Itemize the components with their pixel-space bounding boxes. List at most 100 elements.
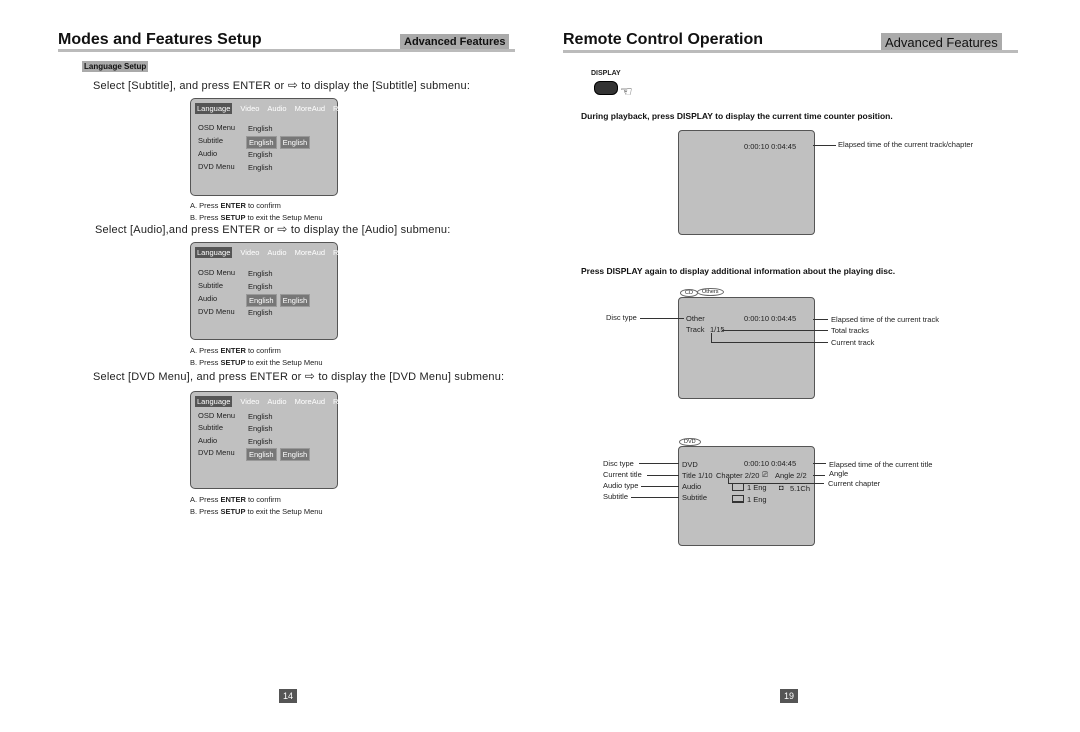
- audio-submenu-osd: Language Video Audio MoreAud Rating OSD Menu…: [190, 242, 355, 340]
- osd-submenu-option: English: [279, 448, 311, 461]
- osd-tab-language: Language: [195, 396, 233, 407]
- osd-submenu-option: English: [279, 294, 311, 307]
- time-counter-screen: 0:00:10 0:04:45: [678, 130, 815, 235]
- callout-line: [813, 319, 828, 320]
- osd-row-value-selected: English: [246, 136, 277, 149]
- osd-tab-language: Language: [195, 247, 233, 258]
- left-title-rule: [58, 49, 515, 52]
- instruction-paragraph: Press DISPLAY again to display additiona…: [581, 266, 896, 276]
- osd-row-label: Subtitle: [198, 136, 224, 145]
- subtitle-submenu-osd: Language Video Audio MoreAud Rating OSD Menu…: [190, 98, 355, 196]
- callout-disc-type: Disc type: [603, 459, 634, 468]
- note-exit: B. Press SETUP to exit the Setup Menu: [190, 507, 323, 516]
- disc-tab-cd: CD: [680, 289, 698, 297]
- callout-audio-type: Audio type: [603, 481, 639, 490]
- disc-type-value: DVD: [682, 460, 698, 469]
- audio-label: Audio: [682, 482, 702, 491]
- osd-tab-language: Language: [195, 103, 233, 114]
- step-instruction: Select [DVD Menu], and press ENTER or ⇨ …: [93, 369, 504, 383]
- callout-current-chapter: Current chapter: [828, 479, 881, 488]
- instruction-text: Select [Subtitle], and press ENTER or: [93, 80, 285, 92]
- callout-current-title: Current title: [603, 470, 642, 479]
- note-exit: B. Press SETUP to exit the Setup Menu: [190, 358, 323, 367]
- speech-bubble-icon: [732, 483, 744, 491]
- step-instruction: Select [Subtitle], and press ENTER or ⇨ …: [93, 78, 470, 92]
- disc-type-value: Other: [686, 314, 705, 323]
- time-counter: 0:00:10 0:04:45: [744, 459, 797, 468]
- osd-tab-video: Video: [240, 248, 260, 257]
- dvd-info-screen: DVD 0:00:10 0:04:45 Title 1/10 Chapter 2…: [678, 446, 815, 546]
- manual-spread: Modes and Features Setup Advanced Featur…: [0, 0, 1080, 732]
- osd-row-value: English: [248, 150, 273, 159]
- instruction-text: Select [DVD Menu], and press ENTER or: [93, 371, 302, 383]
- right-page-title: Remote Control Operation: [563, 31, 764, 48]
- callout-line: [641, 486, 679, 487]
- osd-submenu-option: English: [279, 136, 311, 149]
- callout-current-track: Current track: [831, 338, 875, 347]
- callout-line: [722, 330, 828, 331]
- osd-row-label: OSD Menu: [198, 123, 236, 132]
- osd-row-label: DVD Menu: [198, 307, 235, 316]
- note-confirm: A. Press ENTER to confirm: [190, 495, 281, 504]
- osd-row-label: DVD Menu: [198, 162, 235, 171]
- angle-value: Angle 2/2: [775, 471, 807, 480]
- osd-row-value: English: [248, 424, 273, 433]
- callout-line: [711, 342, 828, 343]
- callout-angle: Angle: [829, 469, 849, 478]
- note-exit: B. Press SETUP to exit the Setup Menu: [190, 213, 323, 222]
- osd-tab-audio: Audio: [267, 248, 287, 257]
- pointing-hand-icon: ☜: [620, 83, 633, 99]
- display-button-icon: [594, 81, 618, 95]
- subtitle-label: Subtitle: [682, 493, 708, 502]
- note-confirm: A. Press ENTER to confirm: [190, 201, 281, 210]
- osd-row-label: Audio: [198, 294, 218, 303]
- cd-info-screen: Other 0:00:10 0:04:45 Track 1/15: [678, 297, 815, 399]
- track-label: Track: [686, 325, 705, 334]
- osd-row-value: English: [248, 269, 273, 278]
- arrow-right-icon: ⇨: [304, 369, 316, 383]
- instruction-text: to display the [DVD Menu] submenu:: [318, 371, 505, 383]
- callout-line: [711, 333, 712, 342]
- note-confirm: A. Press ENTER to confirm: [190, 346, 281, 355]
- callout-line: [813, 475, 825, 476]
- instruction-text: to display the [Audio] submenu:: [290, 224, 451, 236]
- osd-row-value: English: [248, 437, 273, 446]
- callout-elapsed: Elapsed time of the current track: [831, 315, 939, 324]
- osd-row-value: English: [248, 163, 273, 172]
- osd-row-value-selected: English: [246, 294, 277, 307]
- osd-row-label: Audio: [198, 149, 218, 158]
- chapter-value: Chapter 2/20: [716, 471, 760, 480]
- time-counter: 0:00:10 0:04:45: [744, 142, 797, 151]
- arrow-right-icon: ⇨: [277, 222, 288, 236]
- title-value: Title 1/10: [682, 471, 713, 480]
- callout-line: [647, 475, 679, 476]
- angle-camera-icon: ⎚: [762, 470, 768, 479]
- subtitle-icon: [732, 495, 744, 503]
- callout-line: [631, 497, 679, 498]
- osd-row-value: English: [248, 282, 273, 291]
- osd-tab-rating: Rating: [333, 248, 355, 257]
- osd-row-value-selected: English: [246, 448, 277, 461]
- osd-tab-moreaud: MoreAud: [294, 104, 326, 113]
- osd-tab-audio: Audio: [267, 104, 287, 113]
- page-number: 19: [780, 689, 798, 703]
- time-counter: 0:00:10 0:04:45: [744, 314, 797, 323]
- dolby-icon: ◘: [779, 483, 784, 492]
- osd-row-label: OSD Menu: [198, 411, 236, 420]
- callout-subtitle: Subtitle: [603, 492, 629, 501]
- osd-row-label: Subtitle: [198, 281, 224, 290]
- instruction-paragraph: During playback, press DISPLAY to displa…: [581, 111, 893, 121]
- osd-tab-moreaud: MoreAud: [294, 248, 326, 257]
- left-section-badge: Advanced Features: [400, 34, 510, 50]
- osd-row-label: OSD Menu: [198, 268, 236, 277]
- arrow-right-icon: ⇨: [287, 78, 298, 92]
- osd-tab-rating: Rating: [333, 104, 355, 113]
- osd-row-label: DVD Menu: [198, 448, 235, 457]
- osd-row-label: Subtitle: [198, 423, 224, 432]
- osd-tab-moreaud: MoreAud: [294, 397, 326, 406]
- osd-row-label: Audio: [198, 436, 218, 445]
- osd-tab-video: Video: [240, 397, 260, 406]
- callout-line: [728, 483, 824, 484]
- audio-channels: 5.1Ch: [790, 484, 811, 493]
- callout-elapsed: Elapsed time of the current title: [829, 460, 933, 469]
